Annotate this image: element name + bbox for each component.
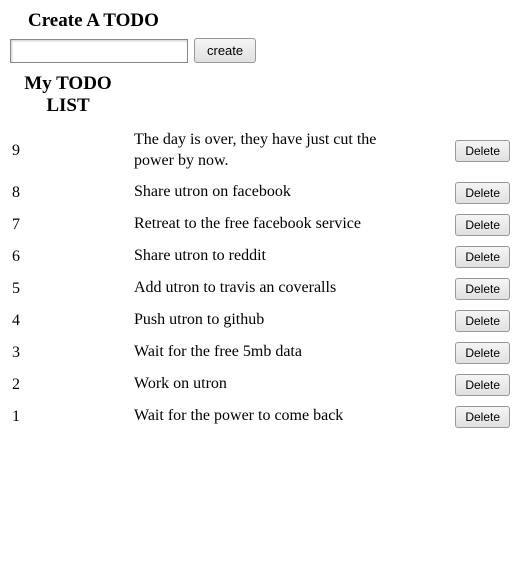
table-row: 6Share utron to reddit Delete [10,241,512,273]
todo-input[interactable] [10,39,188,63]
col-action-header [426,71,512,125]
table-row: 1Wait for the power to come back Delete [10,401,512,433]
todo-action-cell: Delete [426,241,512,273]
delete-button[interactable]: Delete [455,374,510,396]
todo-body: Wait for the free 5mb data [126,337,426,369]
delete-button[interactable]: Delete [455,310,510,332]
delete-button[interactable]: Delete [455,140,510,162]
todo-id: 5 [10,273,126,305]
create-button[interactable]: create [194,38,256,63]
todo-action-cell: Delete [426,125,512,177]
todo-action-cell: Delete [426,369,512,401]
todo-body: Push utron to github [126,305,426,337]
todo-list-heading: My TODO LIST [10,71,126,125]
todo-body: Share utron to reddit [126,241,426,273]
todo-id: 2 [10,369,126,401]
todo-body: Work on utron [126,369,426,401]
table-row: 7Retreat to the free facebook service Del… [10,209,512,241]
table-row: 2Work on utron Delete [10,369,512,401]
todo-body: Wait for the power to come back [126,401,426,433]
todo-id: 1 [10,401,126,433]
todo-body: Add utron to travis an coveralls [126,273,426,305]
todo-id: 3 [10,337,126,369]
todo-body: Share utron on facebook [126,177,426,209]
todo-action-cell: Delete [426,209,512,241]
todo-action-cell: Delete [426,401,512,433]
delete-button[interactable]: Delete [455,278,510,300]
todo-id: 7 [10,209,126,241]
delete-button[interactable]: Delete [455,246,510,268]
table-row: 5Add utron to travis an coveralls Delete [10,273,512,305]
todo-id: 8 [10,177,126,209]
delete-button[interactable]: Delete [455,214,510,236]
todo-action-cell: Delete [426,305,512,337]
todo-body: The day is over, they have just cut the … [126,125,426,177]
table-row: 8Share utron on facebook Delete [10,177,512,209]
table-row: 9The day is over, they have just cut the… [10,125,512,177]
table-row: 3Wait for the free 5mb data Delete [10,337,512,369]
delete-button[interactable]: Delete [455,342,510,364]
todo-body: Retreat to the free facebook service [126,209,426,241]
table-row: 4Push utron to github Delete [10,305,512,337]
delete-button[interactable]: Delete [455,182,510,204]
col-body-header [126,71,426,125]
todo-id: 4 [10,305,126,337]
todo-id: 9 [10,125,126,177]
todo-action-cell: Delete [426,177,512,209]
create-todo-form: create [10,38,512,63]
todo-action-cell: Delete [426,273,512,305]
todo-action-cell: Delete [426,337,512,369]
todo-table: My TODO LIST 9The day is over, they have… [10,71,512,433]
todo-id: 6 [10,241,126,273]
create-todo-heading: Create A TODO [10,10,512,32]
delete-button[interactable]: Delete [455,406,510,428]
